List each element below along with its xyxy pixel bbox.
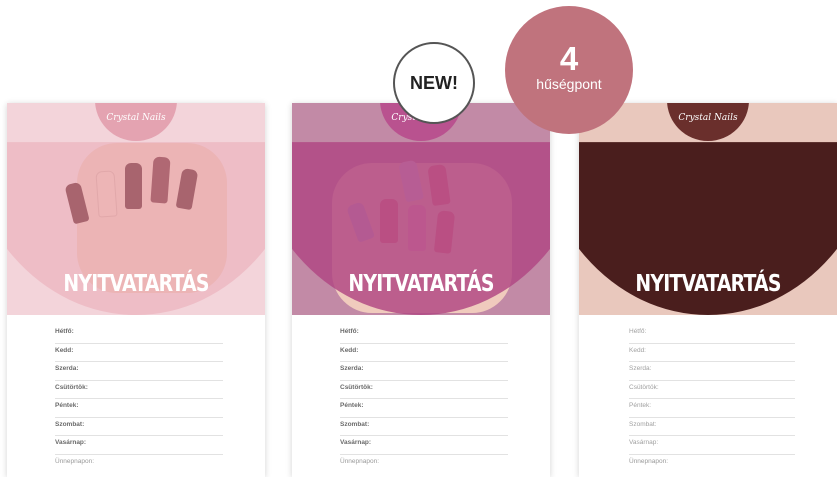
- poster-card-brown[interactable]: Crystal Nails NYITVATARTÁS Hétfő: Kedd: …: [579, 103, 837, 477]
- poster-card-magenta[interactable]: Crystal Nails NYITVATARTÁS Hétfő: Kedd: …: [292, 103, 550, 477]
- day-row: Ünnepnapon:: [629, 457, 669, 465]
- nail-photo: Crystal Nails NYITVATARTÁS: [7, 103, 265, 315]
- logo-text: Crystal Nails: [678, 113, 738, 123]
- day-row: Szerda:: [55, 362, 223, 381]
- day-row: Kedd:: [55, 344, 223, 362]
- poster-card-pink[interactable]: Crystal Nails NYITVATARTÁS Hétfő: Kedd: …: [7, 103, 265, 477]
- day-row: Kedd:: [629, 344, 795, 362]
- opening-hours-list: Hétfő: Kedd: Szerda: Csütörtök: Péntek: …: [629, 325, 795, 472]
- day-row: Hétfő:: [340, 325, 508, 344]
- day-row: Ünnepnapon:: [340, 457, 380, 465]
- points-value: 4: [559, 40, 579, 77]
- opening-hours-list: Hétfő: Kedd: Szerda: Csütörtök: Péntek: …: [340, 325, 508, 472]
- day-row: Kedd:: [340, 344, 508, 362]
- nail-photo: Crystal Nails NYITVATARTÁS: [292, 103, 550, 315]
- logo-text: Crystal Nails: [106, 113, 166, 123]
- day-row: Vasárnap:: [55, 436, 223, 455]
- day-row: Szombat:: [55, 418, 223, 436]
- day-row: Csütörtök:: [629, 381, 795, 399]
- nail-photo: Crystal Nails NYITVATARTÁS: [579, 103, 837, 315]
- day-row: Vasárnap:: [340, 436, 508, 455]
- points-label: hűségpont: [536, 76, 602, 92]
- card-title: NYITVATARTÁS: [63, 271, 209, 297]
- day-row: Vasárnap:: [629, 436, 795, 455]
- new-badge-label: NEW!: [410, 72, 458, 93]
- day-row: Szombat:: [340, 418, 508, 436]
- card-title: NYITVATARTÁS: [348, 271, 494, 297]
- card-title: NYITVATARTÁS: [635, 271, 781, 297]
- day-row: Csütörtök:: [55, 381, 223, 399]
- day-row: Ünnepnapon:: [55, 457, 95, 465]
- opening-hours-list: Hétfő: Kedd: Szerda: Csütörtök: Péntek: …: [55, 325, 223, 472]
- day-row: Péntek:: [340, 399, 508, 418]
- day-row: Hétfő:: [629, 325, 795, 344]
- day-row: Szombat:: [629, 418, 795, 436]
- day-row: Péntek:: [55, 399, 223, 418]
- day-row: Szerda:: [629, 362, 795, 381]
- new-badge: NEW!: [393, 42, 475, 124]
- day-row: Péntek:: [629, 399, 795, 418]
- day-row: Szerda:: [340, 362, 508, 381]
- day-row: Hétfő:: [55, 325, 223, 344]
- loyalty-points-badge: 4 hűségpont: [505, 6, 633, 134]
- day-row: Csütörtök:: [340, 381, 508, 399]
